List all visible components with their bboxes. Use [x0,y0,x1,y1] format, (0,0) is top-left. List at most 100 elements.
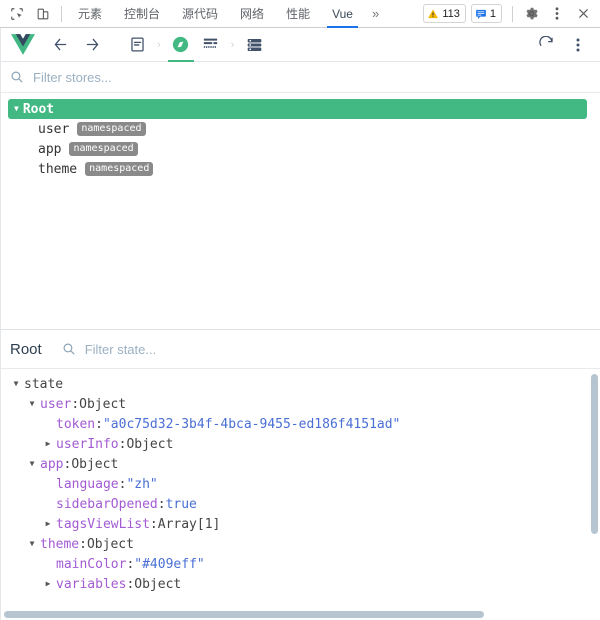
state-row[interactable]: ▶language: "zh" [0,474,600,494]
tab-sources[interactable]: 源代码 [171,0,229,28]
tab-performance[interactable]: 性能 [275,0,321,28]
namespaced-badge: namespaced [85,162,154,176]
state-row[interactable]: ▼ user: Object [0,394,600,414]
state-key: variables [56,576,127,592]
state-value: Object [134,576,182,592]
store-module-app[interactable]: app namespaced [0,139,600,159]
state-row[interactable]: ▼ theme: Object [0,534,600,554]
routes-tab-icon[interactable] [239,28,269,62]
chevron-down-icon[interactable]: ▼ [26,460,38,468]
chevron-down-icon[interactable]: ▼ [10,380,22,388]
state-key: state [24,376,64,392]
chevron-separator-2: › [230,38,235,51]
state-key: mainColor [56,556,127,572]
panel-left-border [0,28,1,620]
state-filter-input[interactable] [84,341,590,357]
vue-tool-tabs: › › [122,28,269,62]
tab-performance-label: 性能 [286,7,311,21]
timeline-tab-icon[interactable] [196,28,226,62]
gear-icon[interactable] [518,1,544,27]
chevron-down-icon[interactable]: ▼ [14,105,19,113]
vuex-tab-icon[interactable] [166,28,196,62]
state-separator: : [157,496,166,512]
state-pane-title: Root [10,340,42,358]
device-toolbar-icon[interactable] [30,1,56,27]
state-tree-pane: ▼state▼user: Object▶token: "a0c75d32-3b4… [0,369,600,620]
components-tab-icon[interactable] [122,28,152,62]
state-row[interactable]: ▶ tagsViewList: Array[1] [0,514,600,534]
search-icon [62,342,76,356]
state-separator: : [126,576,135,592]
tab-elements[interactable]: 元素 [67,0,113,28]
tab-vue-label: Vue [332,6,353,21]
store-module-theme[interactable]: theme namespaced [0,159,600,179]
tab-network-label: 网络 [240,7,265,21]
warning-count-badge[interactable]: 113 [423,4,466,23]
state-separator: : [79,536,87,552]
store-module-user[interactable]: user namespaced [0,119,600,139]
state-key: sidebarOpened [56,496,158,512]
vue-logo-icon [10,34,36,55]
state-pane-header: Root [0,330,600,369]
chevron-right-icon[interactable]: ▶ [42,520,54,528]
state-tree-rows: ▼state▼user: Object▶token: "a0c75d32-3b4… [0,374,600,594]
store-root-label: Root [22,101,55,117]
state-row[interactable]: ▶token: "a0c75d32-3b4f-4bca-9455-ed186f4… [0,414,600,434]
chevron-right-icon[interactable]: ▶ [42,580,54,588]
state-separator: : [126,556,135,572]
tab-elements-label: 元素 [78,7,103,21]
forward-button[interactable] [80,33,104,57]
tab-network[interactable]: 网络 [229,0,275,28]
state-row[interactable]: ▼ app: Object [0,454,600,474]
state-key: language [56,476,119,492]
warning-count: 113 [442,7,460,20]
message-icon [475,8,487,20]
state-separator: : [63,456,72,472]
horizontal-scrollbar[interactable] [4,611,484,618]
store-filter-bar [0,62,600,93]
kebab-menu-icon[interactable] [566,33,590,57]
chevron-right-icon[interactable]: ▶ [42,440,54,448]
state-separator: : [118,436,127,452]
warning-triangle-icon [427,8,439,20]
refresh-icon[interactable] [534,33,558,57]
state-row[interactable]: ▶mainColor: "#409eff" [0,554,600,574]
state-value: Object [86,536,134,552]
message-count: 1 [489,7,496,20]
vertical-scrollbar[interactable] [591,374,598,534]
tab-console[interactable]: 控制台 [113,0,171,28]
chevron-down-icon[interactable]: ▼ [26,540,38,548]
state-separator: : [118,476,127,492]
namespaced-badge: namespaced [77,122,146,136]
devtools-top-bar: 元素 控制台 源代码 网络 性能 Vue » 113 1 [0,0,600,28]
state-value: "zh" [126,476,158,492]
namespaced-badge: namespaced [69,142,138,156]
state-value: Object [79,396,127,412]
devtools-tab-list: 元素 控制台 源代码 网络 性能 Vue [67,0,364,28]
state-separator: : [149,516,158,532]
state-row[interactable]: ▼ state [0,374,600,394]
state-value: Object [71,456,119,472]
close-icon[interactable] [570,1,596,27]
toolbar-divider [61,5,62,22]
chevron-down-icon[interactable]: ▼ [26,400,38,408]
state-separator: : [71,396,80,412]
store-module-name: app [38,141,62,157]
state-row[interactable]: ▶ variables: Object [0,574,600,594]
back-button[interactable] [48,33,72,57]
tab-vue[interactable]: Vue [321,0,364,28]
more-tabs-icon[interactable]: » [364,6,387,21]
state-row[interactable]: ▶ userInfo: Object [0,434,600,454]
vue-toolbar-actions [534,33,590,57]
inspect-element-icon[interactable] [4,1,30,27]
status-divider [512,5,513,22]
state-value: "a0c75d32-3b4f-4bca-9455-ed186f4151ad" [102,416,401,432]
state-separator: : [95,416,103,432]
state-value: "#409eff" [134,556,205,572]
state-row[interactable]: ▶sidebarOpened: true [0,494,600,514]
kebab-menu-icon[interactable] [544,1,570,27]
store-tree-pane: ▼ Root user namespaced app namespaced th… [0,93,600,330]
store-filter-input[interactable] [33,69,590,85]
message-count-badge[interactable]: 1 [470,4,502,23]
store-root-row[interactable]: ▼ Root [8,99,587,119]
